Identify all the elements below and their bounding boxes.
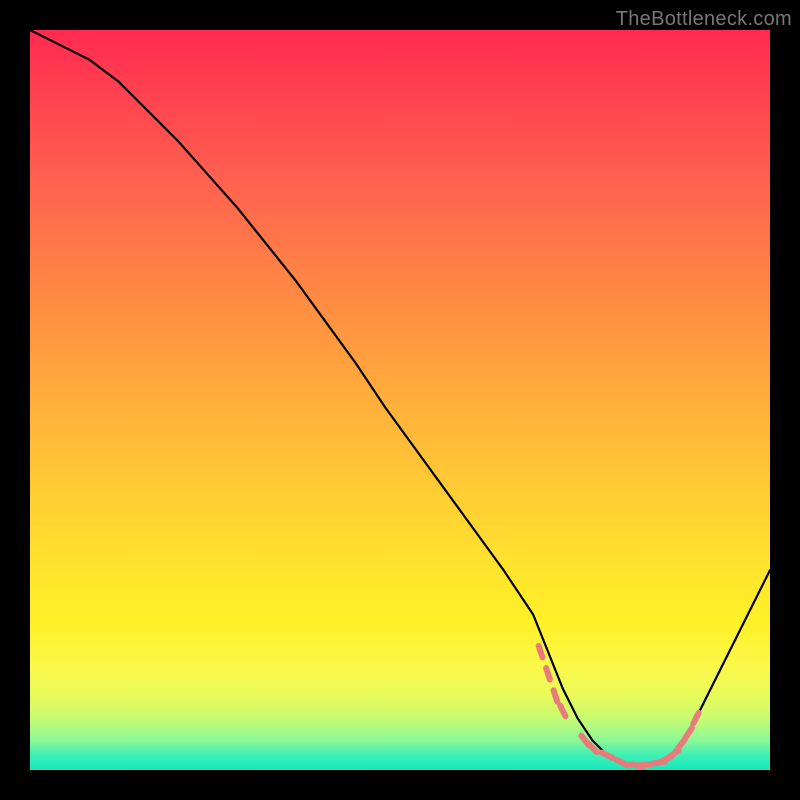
bottleneck-curve: [30, 30, 770, 766]
optimal-band-markers: [539, 646, 699, 767]
chart-container: TheBottleneck.com: [0, 0, 800, 800]
curve-svg: [30, 30, 770, 770]
watermark-text: TheBottleneck.com: [616, 8, 792, 31]
plot-area: [30, 30, 770, 770]
